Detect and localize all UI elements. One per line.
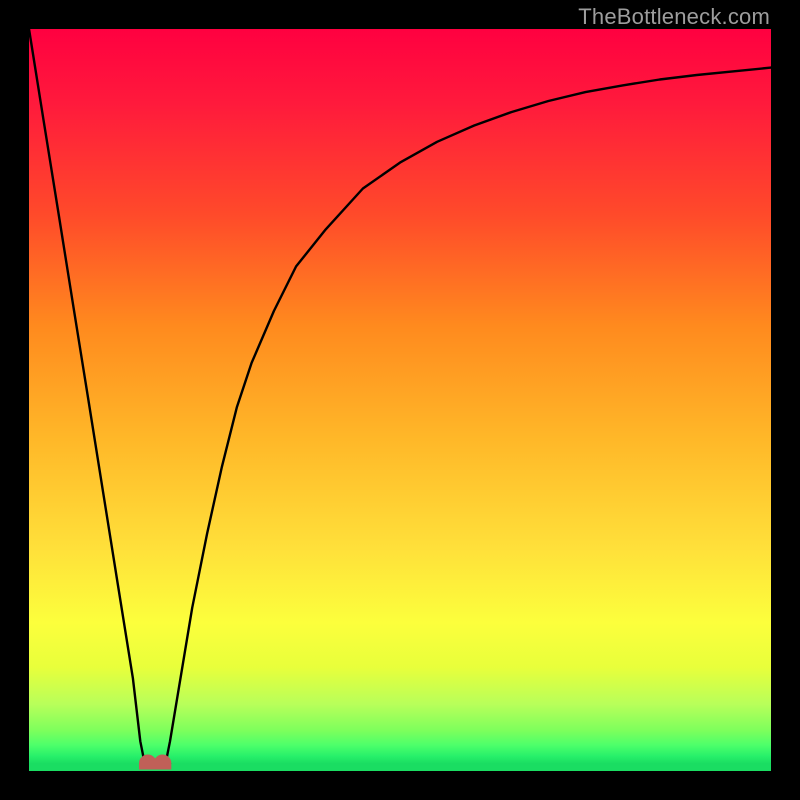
chart-svg: [29, 29, 771, 771]
watermark-text: TheBottleneck.com: [578, 4, 770, 30]
curve-line: [29, 29, 771, 764]
minimum-marker: [139, 755, 170, 769]
chart-frame: TheBottleneck.com: [0, 0, 800, 800]
